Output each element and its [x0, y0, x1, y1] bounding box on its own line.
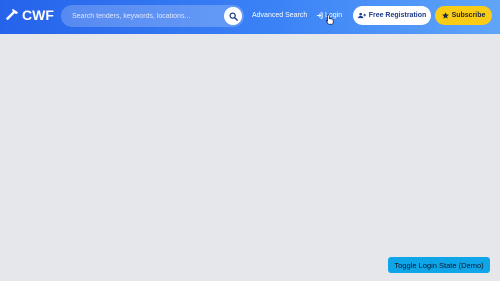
search-button[interactable]	[224, 7, 242, 25]
hand-cursor-icon	[326, 14, 334, 25]
logo-text: CWF	[22, 7, 54, 23]
site-logo[interactable]: CWF	[5, 7, 54, 23]
search-input[interactable]	[72, 12, 220, 20]
subscribe-button[interactable]: Subscribe	[435, 6, 492, 25]
user-plus-icon	[357, 12, 366, 19]
advanced-search-label: Advanced Search	[252, 12, 308, 19]
subscribe-label: Subscribe	[451, 12, 486, 19]
search-icon	[229, 12, 238, 21]
sign-in-icon	[316, 12, 323, 19]
search-bar	[61, 5, 244, 27]
hammer-icon	[5, 8, 19, 21]
top-navbar: CWF Advanced Search Login	[0, 0, 500, 34]
free-registration-button[interactable]: Free Registration	[353, 6, 431, 25]
register-label: Free Registration	[368, 12, 427, 19]
page: CWF Advanced Search Login	[0, 0, 500, 281]
advanced-search-link[interactable]: Advanced Search	[252, 12, 307, 19]
toggle-login-label: Toggle Login State (Demo)	[394, 260, 484, 270]
star-icon	[441, 12, 449, 19]
toggle-login-state-button[interactable]: Toggle Login State (Demo)	[388, 257, 490, 273]
